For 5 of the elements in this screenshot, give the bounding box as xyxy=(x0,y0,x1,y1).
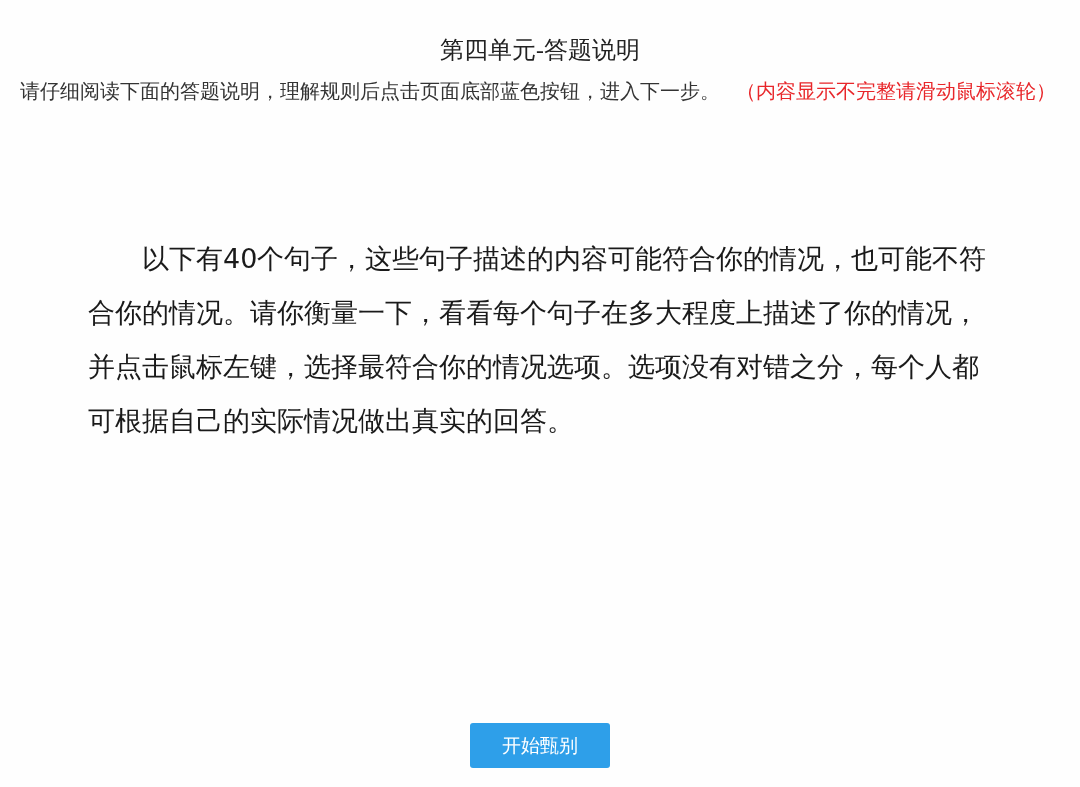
instruction-text: 请仔细阅读下面的答题说明，理解规则后点击页面底部蓝色按钮，进入下一步。 xyxy=(20,81,720,102)
scroll-hint: （内容显示不完整请滑动鼠标滚轮） xyxy=(736,81,1056,102)
instructions-paragraph: 以下有40个句子，这些句子描述的内容可能符合你的情况，也可能不符合你的情况。请你衡量一下，看看每个句子在多大程度上描述了你的情况，并点击鼠标左键，选择最符合你的情况选项。选项没有对错之分，每个人都可根据自己的实际情况做出真实的回答。 xyxy=(88,242,988,438)
start-button[interactable]: 开始甄别 xyxy=(470,723,610,768)
page-title: 第四单元-答题说明 xyxy=(439,36,641,64)
